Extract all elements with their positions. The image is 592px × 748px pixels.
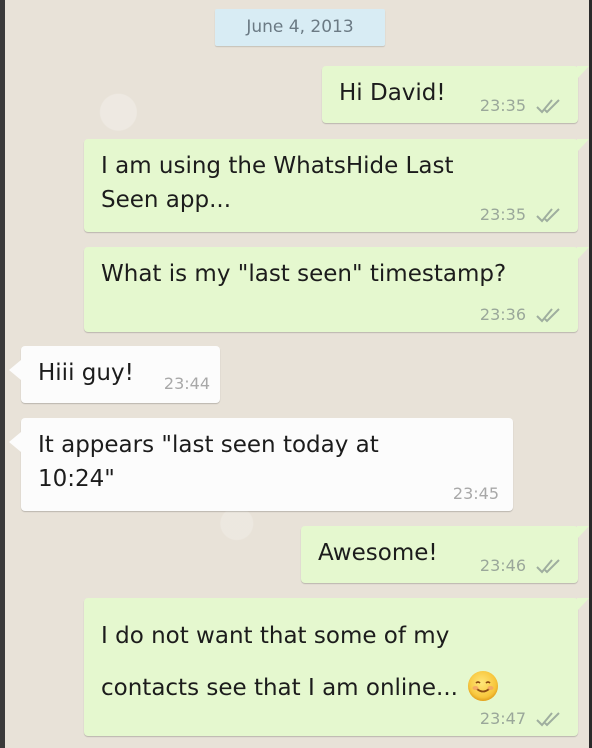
window-left-edge [0, 0, 5, 748]
message-bubble-outgoing[interactable]: Awesome! 23:46 [301, 526, 589, 583]
message-meta: 23:44 [164, 375, 210, 393]
message-time: 23:35 [479, 96, 526, 115]
date-divider: June 4, 2013 [215, 9, 385, 46]
double-check-icon [536, 559, 560, 574]
message-meta: 23:46 [480, 557, 564, 575]
message-time: 23:46 [479, 556, 526, 575]
message-bubble-outgoing[interactable]: I do not want that some of my contacts s… [84, 598, 589, 736]
message-time: 23:47 [479, 709, 526, 728]
message-time: 23:35 [479, 205, 526, 224]
message-text: Hi David! [339, 80, 446, 106]
message-text: I do not want that some of my contacts s… [101, 610, 498, 714]
message-bubble-incoming[interactable]: Hiii guy! 23:44 [9, 346, 220, 403]
message-time: 23:36 [479, 305, 526, 324]
message-text: I am using the WhatsHide Last Seen app..… [101, 153, 454, 213]
message-bubble-outgoing[interactable]: Hi David! 23:35 [322, 66, 589, 123]
double-check-icon [536, 208, 560, 223]
double-check-icon [536, 99, 560, 114]
message-text: It appears "last seen today at 10:24" [38, 432, 379, 492]
message-text: Hiii guy! [38, 360, 134, 386]
message-text: What is my "last seen" timestamp? [101, 261, 507, 287]
message-meta: 23:35 [480, 206, 564, 224]
message-time: 23:44 [163, 374, 210, 393]
message-meta: 23:47 [480, 710, 564, 728]
message-meta: 23:45 [453, 485, 499, 503]
double-check-icon [536, 712, 560, 727]
message-bubble-incoming[interactable]: It appears "last seen today at 10:24" 23… [9, 418, 513, 511]
message-bubble-outgoing[interactable]: I am using the WhatsHide Last Seen app..… [84, 139, 589, 232]
message-meta: 23:35 [480, 97, 564, 115]
message-bubble-outgoing[interactable]: What is my "last seen" timestamp? 23:36 [84, 247, 589, 332]
message-meta: 23:36 [480, 306, 564, 324]
message-time: 23:45 [452, 484, 499, 503]
message-text: Awesome! [318, 540, 438, 566]
smiling-face-icon [467, 670, 498, 701]
chat-background: June 4, 2013 Hi David! 23:35 I am using … [0, 0, 592, 748]
double-check-icon [536, 308, 560, 323]
